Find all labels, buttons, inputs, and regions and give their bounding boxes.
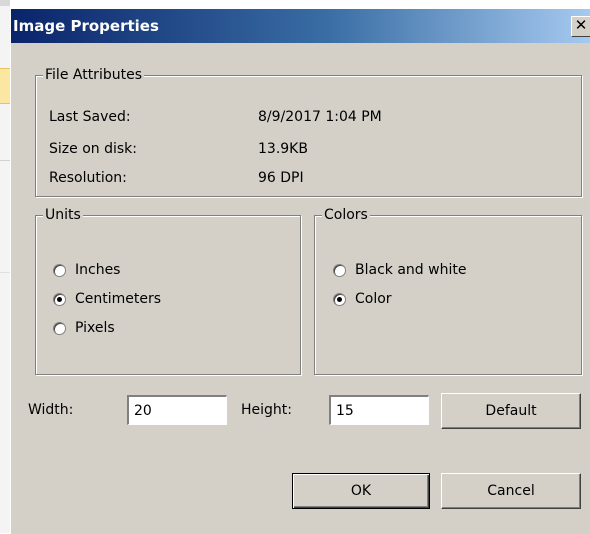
units-centimeters-label: Centimeters bbox=[75, 291, 162, 307]
ok-button[interactable]: OK bbox=[292, 473, 430, 509]
background-window bbox=[0, 0, 10, 533]
background-toolbar bbox=[0, 0, 10, 6]
file-attributes-legend: File Attributes bbox=[43, 66, 144, 84]
units-centimeters-option[interactable]: Centimeters bbox=[53, 291, 161, 307]
colors-black-and-white-option[interactable]: Black and white bbox=[333, 262, 466, 278]
height-label: Height: bbox=[241, 402, 292, 418]
units-legend: Units bbox=[43, 206, 83, 224]
cancel-button[interactable]: Cancel bbox=[441, 473, 581, 509]
colors-black-and-white-label: Black and white bbox=[355, 262, 467, 278]
close-button[interactable]: ✕ bbox=[571, 16, 590, 37]
default-button[interactable]: Default bbox=[441, 393, 581, 429]
close-icon: ✕ bbox=[574, 16, 588, 34]
background-divider bbox=[0, 160, 10, 161]
height-input[interactable] bbox=[329, 395, 429, 425]
colors-color-option[interactable]: Color bbox=[333, 291, 392, 307]
radio-icon[interactable] bbox=[53, 263, 66, 277]
units-inches-label: Inches bbox=[75, 262, 121, 278]
last-saved-label: Last Saved: bbox=[49, 109, 131, 125]
background-highlight bbox=[0, 68, 10, 104]
radio-selected-icon[interactable] bbox=[333, 292, 346, 306]
dialog-title: Image Properties bbox=[13, 17, 159, 35]
background-divider bbox=[0, 272, 10, 273]
file-attributes-group: File Attributes Last Saved: 8/9/2017 1:0… bbox=[35, 66, 582, 197]
last-saved-value: 8/9/2017 1:04 PM bbox=[258, 109, 382, 125]
resolution-value: 96 DPI bbox=[258, 170, 304, 186]
width-label: Width: bbox=[28, 402, 74, 418]
radio-icon[interactable] bbox=[53, 321, 66, 335]
units-pixels-label: Pixels bbox=[75, 320, 115, 336]
size-on-disk-value: 13.9KB bbox=[258, 141, 308, 157]
title-bar[interactable]: Image Properties ✕ bbox=[11, 9, 590, 43]
colors-color-label: Color bbox=[355, 291, 392, 307]
colors-group: Colors Black and white Color bbox=[314, 206, 582, 375]
image-properties-dialog: Image Properties ✕ File Attributes Last … bbox=[10, 8, 590, 534]
resolution-label: Resolution: bbox=[49, 170, 127, 186]
colors-legend: Colors bbox=[322, 206, 370, 224]
units-inches-option[interactable]: Inches bbox=[53, 262, 120, 278]
units-group: Units Inches Centimeters Pixels bbox=[35, 206, 301, 375]
units-pixels-option[interactable]: Pixels bbox=[53, 320, 115, 336]
radio-selected-icon[interactable] bbox=[53, 292, 66, 306]
size-on-disk-label: Size on disk: bbox=[49, 141, 137, 157]
radio-icon[interactable] bbox=[333, 263, 346, 277]
width-input[interactable] bbox=[127, 395, 227, 425]
